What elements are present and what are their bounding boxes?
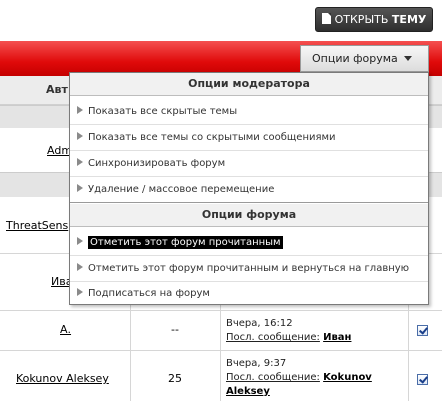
last-post-date: Вчера, 9:37 [226, 358, 287, 369]
menu-item-label: Подписаться на форум [88, 288, 210, 299]
menu-item-label: Отметить этот форум прочитанным и вернут… [88, 263, 410, 274]
last-post-info: Вчера, 16:12 Посл. сообщение: Иван [226, 317, 351, 345]
menu-item-show-hidden-threads[interactable]: Показать все скрытые темы [70, 99, 428, 125]
forum-options-dropdown: Опции модератора Показать все скрытые те… [69, 72, 429, 305]
triangle-right-icon [77, 263, 83, 271]
open-thread-label-prefix: ОТКРЫТЬ [334, 13, 392, 26]
author-link[interactable]: ThreatSens [6, 219, 68, 232]
select-checkbox[interactable] [417, 325, 428, 336]
reply-count: 25 [168, 372, 182, 385]
last-post-info: Вчера, 9:37 Посл. сообщение: Kokunov Ale… [226, 357, 372, 399]
menu-item-label: Удаление / массовое перемещение [88, 184, 275, 195]
chevron-down-icon [403, 56, 412, 61]
last-post-date: Вчера, 16:12 [226, 318, 293, 329]
menu-item-label: Синхронизировать форум [88, 158, 226, 169]
triangle-right-icon [77, 132, 83, 140]
menu-item-mark-read[interactable]: Отметить этот форум прочитанным [70, 230, 428, 256]
table-row: Kokunov Aleksey 25 Вчера, 9:37 Посл. соо… [0, 351, 442, 401]
open-thread-button[interactable]: ОТКРЫТЬ ТЕМУ [315, 7, 433, 32]
column-author-header: Авт [46, 83, 68, 96]
menu-item-mark-read-return[interactable]: Отметить этот форум прочитанным и вернут… [70, 256, 428, 282]
author-link[interactable]: А. [60, 323, 71, 336]
last-post-user-cont[interactable]: Aleksey [226, 386, 270, 397]
triangle-right-icon [77, 184, 83, 192]
open-thread-label-bold: ТЕМУ [391, 13, 427, 26]
forum-options-header: Опции форума [70, 204, 428, 227]
triangle-right-icon [77, 288, 83, 296]
menu-item-show-threads-hidden-posts[interactable]: Показать все темы со скрытыми сообщениям… [70, 125, 428, 151]
triangle-right-icon [77, 237, 83, 245]
author-link[interactable]: Kokunov Aleksey [16, 372, 109, 385]
menu-item-label: Показать все темы со скрытыми сообщениям… [88, 132, 336, 143]
menu-item-label: Показать все скрытые темы [88, 106, 238, 117]
last-post-user[interactable]: Kokunov [323, 372, 372, 383]
triangle-right-icon [77, 106, 83, 114]
document-icon [321, 13, 331, 24]
last-post-prefix[interactable]: Посл. сообщение: [226, 332, 320, 343]
reply-count: -- [171, 323, 179, 336]
forum-options-button[interactable]: Опции форума [300, 45, 429, 72]
menu-item-label: Отметить этот форум прочитанным [88, 236, 283, 249]
menu-item-mass-move[interactable]: Удаление / массовое перемещение [70, 177, 428, 203]
forum-options-label: Опции форума [312, 52, 398, 65]
last-post-prefix[interactable]: Посл. сообщение: [226, 372, 320, 383]
menu-item-subscribe[interactable]: Подписаться на форум [70, 281, 428, 306]
table-row: А. -- Вчера, 16:12 Посл. сообщение: Иван [0, 311, 442, 351]
moderator-options-header: Опции модератора [70, 73, 428, 96]
menu-item-sync-forum[interactable]: Синхронизировать форум [70, 151, 428, 177]
last-post-user[interactable]: Иван [323, 332, 351, 343]
select-checkbox[interactable] [417, 374, 428, 385]
triangle-right-icon [77, 158, 83, 166]
